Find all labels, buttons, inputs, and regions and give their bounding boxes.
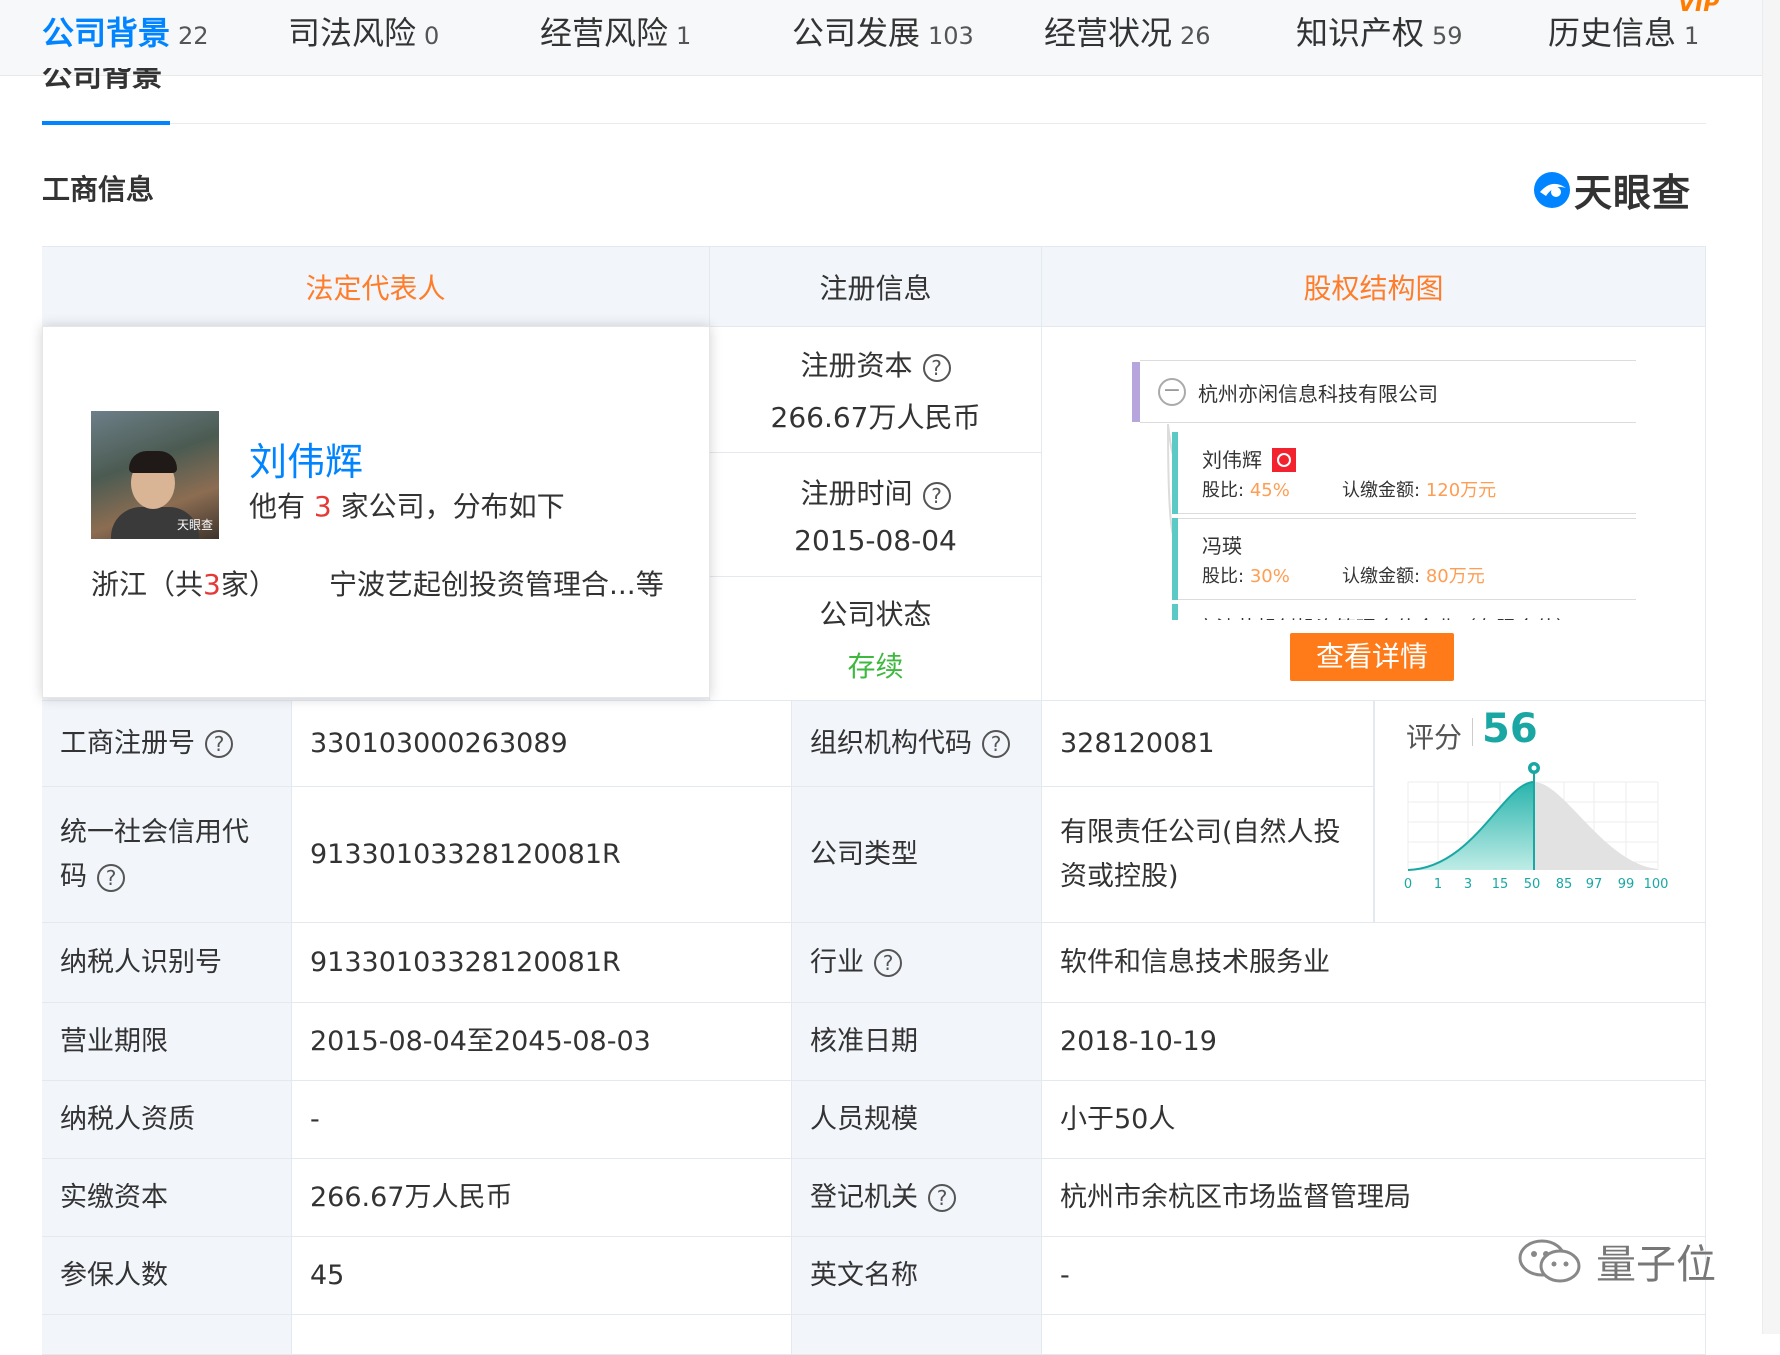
avatar[interactable]: 天眼查: [91, 411, 219, 539]
row-label: 公司类型: [792, 787, 1042, 923]
tianyancha-eye-icon: [1534, 171, 1570, 208]
row-label: 行业?: [792, 923, 1042, 1003]
registration-authority-value: 杭州市余杭区市场监督管理局: [1042, 1159, 1706, 1237]
tick-label: 100: [1644, 877, 1669, 892]
tab-history-info[interactable]: 历史信息 1: [1548, 8, 1699, 54]
row-label: 组织机构代码?: [792, 701, 1042, 787]
tick-label: 0: [1404, 877, 1412, 892]
vip-badge: VIP: [1678, 0, 1720, 17]
taxpayer-qualification-value: -: [292, 1081, 792, 1159]
help-icon[interactable]: ?: [922, 353, 951, 382]
tick-label: 50: [1524, 877, 1541, 892]
row-label: 英文名称: [792, 1237, 1042, 1315]
row-label: 实缴资本: [42, 1159, 292, 1237]
row-label: 登记机关?: [792, 1159, 1042, 1237]
tab-company-development[interactable]: 公司发展 103: [792, 8, 974, 54]
collapse-icon[interactable]: −: [1158, 378, 1186, 406]
brand-name: 天眼查: [1574, 171, 1692, 215]
score-filled-area: [1408, 782, 1534, 870]
registration-date-value: 2015-08-04: [794, 524, 957, 557]
industry-value: 软件和信息技术服务业: [1042, 923, 1706, 1003]
person-badge-icon: [1272, 447, 1296, 472]
section-underline: [42, 121, 170, 125]
tab-company-background[interactable]: 公司背景 22: [42, 8, 209, 54]
insured-count-value: 45: [292, 1237, 792, 1315]
watermark: 量子位: [1516, 1232, 1716, 1290]
score-distribution-chart: 0 1 3 15 50 85 97 99 100: [1404, 762, 1668, 892]
paid-capital-value: 266.67万人民币: [292, 1159, 792, 1237]
tick-label: 3: [1464, 877, 1472, 892]
legal-rep-description: 他有 3 家公司，分布如下: [249, 490, 565, 523]
row-label: 纳税人识别号: [42, 923, 292, 1003]
score-value: 56: [1482, 706, 1538, 752]
avatar-watermark: 天眼查: [176, 518, 213, 532]
staff-size-value: 小于50人: [1042, 1081, 1706, 1159]
row-label: 参保人数: [42, 1237, 292, 1315]
row-value: [1042, 1315, 1706, 1355]
company-type-value: 有限责任公司(自然人投资或控股): [1042, 787, 1374, 923]
registered-capital-cell: 注册资本? 266.67万人民币: [710, 327, 1042, 453]
row-label: 人员规模: [792, 1081, 1042, 1159]
shareholder-node[interactable]: 冯瑛 股比: 30% 认缴金额: 80万元: [1172, 518, 1636, 600]
taxpayer-id-value: 91330103328120081R: [292, 923, 792, 1003]
help-icon[interactable]: ?: [205, 729, 233, 758]
registered-capital-label: 注册资本: [800, 348, 913, 382]
registration-date-label: 注册时间: [800, 477, 913, 510]
business-term-value: 2015-08-04至2045-08-03: [292, 1003, 792, 1081]
section-divider: [170, 123, 1706, 124]
row-label: 营业期限: [42, 1003, 292, 1081]
equity-root-company: 杭州亦闲信息科技有限公司: [1198, 382, 1438, 406]
view-details-button[interactable]: 查看详情: [1290, 633, 1454, 681]
credit-code-value: 91330103328120081R: [292, 787, 792, 923]
registered-capital-value: 266.67万人民币: [770, 400, 981, 434]
tick-label: 1: [1434, 877, 1442, 892]
shareholder-cut-off: 宁波艺起创投资管理合伙企业（有限合伙）: [1196, 612, 1576, 620]
company-status-value: 存续: [847, 649, 904, 683]
row-value: [292, 1315, 792, 1355]
shareholder-node[interactable]: 刘伟辉 股比: 45% 认缴金额: 120万元: [1172, 432, 1636, 514]
registration-number-value: 330103000263089: [292, 701, 792, 787]
tick-label: 15: [1492, 877, 1509, 892]
help-icon[interactable]: ?: [928, 1183, 956, 1212]
row-label: 统一社会信用代码?: [42, 787, 292, 923]
company-status-label: 公司状态: [819, 597, 932, 631]
legal-rep-popup: 天眼查 刘伟辉 他有 3 家公司，分布如下 浙江（共3家） 宁波艺起创投资管理合…: [42, 326, 710, 698]
section-title: 公司背景: [42, 68, 162, 94]
legal-rep-region: 浙江（共3家）: [91, 568, 277, 601]
help-icon[interactable]: ?: [874, 948, 902, 977]
tab-intellectual-property[interactable]: 知识产权 59: [1296, 8, 1463, 54]
row-label: 纳税人资质: [42, 1081, 292, 1159]
approval-date-value: 2018-10-19: [1042, 1003, 1706, 1081]
organization-code-value: 328120081: [1042, 701, 1374, 787]
registration-date-cell: 注册时间? 2015-08-04: [710, 453, 1042, 577]
help-icon[interactable]: ?: [922, 482, 951, 510]
legal-rep-header[interactable]: 法定代表人: [42, 247, 710, 327]
tick-label: 99: [1618, 877, 1635, 892]
help-icon[interactable]: ?: [982, 729, 1010, 758]
tab-business-risk[interactable]: 经营风险 1: [540, 8, 691, 54]
score-tick-labels: 0 1 3 15 50 85 97 99 100: [1404, 877, 1668, 892]
brand-logo: 天眼查: [1532, 162, 1691, 217]
equity-header[interactable]: 股权结构图: [1042, 247, 1706, 327]
legal-rep-company-link[interactable]: 宁波艺起创投资管理合...等: [329, 563, 664, 603]
company-status-cell: 公司状态 存续: [710, 577, 1042, 701]
row-label: 工商注册号?: [42, 701, 292, 787]
tab-operating-status[interactable]: 经营状况 26: [1044, 8, 1211, 54]
equity-structure-chart[interactable]: − 杭州亦闲信息科技有限公司 刘伟辉 股比: 45% 认缴金额: 120万元 冯…: [1132, 360, 1636, 620]
company-count: 3: [313, 490, 332, 523]
tab-judicial-risk[interactable]: 司法风险 0: [288, 8, 439, 54]
row-label: [792, 1315, 1042, 1355]
tick-label: 97: [1586, 877, 1603, 892]
subsection-title: 工商信息: [42, 173, 155, 206]
row-label: 核准日期: [792, 1003, 1042, 1081]
top-tab-bar: 公司背景 22 司法风险 0 经营风险 1 公司发展 103 经营状况 26 知识产权 59…: [0, 0, 1780, 76]
row-label: [42, 1315, 292, 1355]
score-label: 评分: [1406, 721, 1463, 754]
legal-rep-name-link[interactable]: 刘伟辉: [249, 431, 363, 486]
page-scrollbar[interactable]: [1762, 0, 1780, 1334]
wechat-icon: [1518, 1239, 1581, 1283]
help-icon[interactable]: ?: [97, 863, 125, 892]
tick-label: 85: [1556, 877, 1573, 892]
registration-header: 注册信息: [710, 247, 1042, 327]
